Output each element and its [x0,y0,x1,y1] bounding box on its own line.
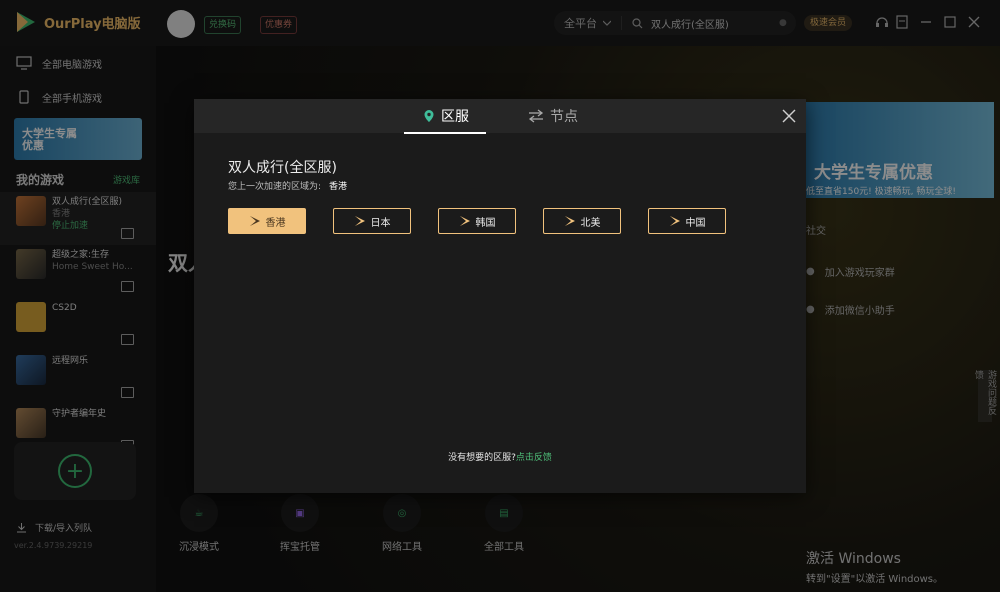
tab-label: 区服 [441,109,469,125]
feedback-text: 没有想要的区服? [448,453,516,463]
tab-node[interactable]: 节点 [528,99,578,133]
last-region-prefix: 您上一次加速的区域为: [228,182,322,192]
last-region-value: 香港 [329,182,348,192]
feedback-prompt: 没有想要的区服?点击反馈 [194,450,806,463]
region-button-korea[interactable]: 韩国 [438,208,516,234]
region-button-japan[interactable]: 日本 [333,208,411,234]
modal-header: 区服 节点 [194,99,806,134]
tab-label: 节点 [550,109,578,125]
last-region-info: 您上一次加速的区域为: 香港 [228,179,347,192]
region-list: 香港 日本 韩国 北美 中国 [228,208,726,234]
location-pin-icon [424,110,434,122]
swap-arrows-icon [528,109,544,123]
play-accelerate-icon [249,216,260,226]
active-tab-indicator [404,132,486,134]
play-accelerate-icon [459,216,470,226]
region-label: 中国 [685,217,706,229]
region-label: 香港 [265,217,286,229]
region-select-modal: 区服 节点 双人成行(全区服) 您上一次加速的区域为: 香港 香港 日本 韩国 北… [194,99,806,493]
modal-game-title: 双人成行(全区服) [228,160,337,176]
play-accelerate-icon [564,216,575,226]
region-button-hongkong[interactable]: 香港 [228,208,306,234]
close-icon[interactable] [782,109,796,123]
play-accelerate-icon [669,216,680,226]
region-label: 日本 [370,217,391,229]
region-label: 北美 [580,217,601,229]
region-button-china[interactable]: 中国 [648,208,726,234]
feedback-link[interactable]: 点击反馈 [516,453,552,463]
region-button-north-america[interactable]: 北美 [543,208,621,234]
tab-region[interactable]: 区服 [423,99,469,133]
play-accelerate-icon [354,216,365,226]
region-label: 韩国 [475,217,496,229]
